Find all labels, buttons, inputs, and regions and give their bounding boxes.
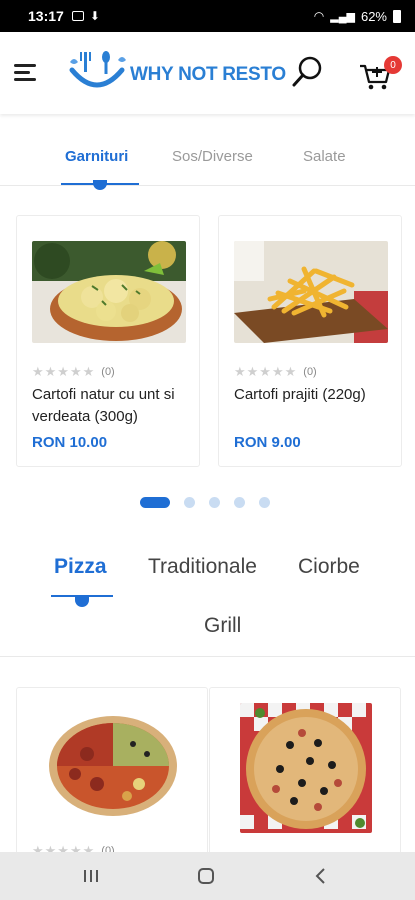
pizza-image: [49, 716, 177, 816]
rating-count: (0): [101, 366, 115, 378]
tab-ciorbe[interactable]: Ciorbe: [298, 555, 360, 579]
menu-icon: [14, 64, 36, 67]
cart-button[interactable]: 0: [358, 54, 402, 94]
back-icon: [315, 868, 325, 884]
battery-percent: 62%: [360, 8, 387, 24]
rating-stars: ★★★★★ (0): [32, 364, 115, 379]
recent-apps-icon: [84, 870, 98, 882]
product-title[interactable]: Cartofi prajiti (220g): [234, 384, 394, 428]
product-price: RON 9.00: [234, 434, 301, 451]
product-card[interactable]: ★★★★★ (0) Cartofi prajiti (220g) RON 9.00: [218, 215, 402, 467]
wifi-icon: ◠: [313, 9, 325, 23]
active-tab-indicator: [93, 180, 107, 190]
tab-traditionale[interactable]: Traditionale: [148, 555, 257, 579]
search-button[interactable]: [290, 54, 326, 90]
carousel-dot-1[interactable]: [140, 497, 170, 508]
system-navigation-bar: [0, 852, 415, 900]
tab-garnituri[interactable]: Garnituri: [65, 148, 128, 165]
product-title[interactable]: Cartofi natur cu unt si verdeata (300g): [32, 384, 192, 428]
tab-pizza[interactable]: Pizza: [54, 555, 107, 579]
home-button[interactable]: [191, 864, 221, 888]
carousel-dot-5[interactable]: [259, 497, 270, 508]
product-image: [47, 714, 179, 818]
product-price: RON 10.00: [32, 434, 108, 451]
cart-count-badge: 0: [384, 56, 402, 74]
recent-apps-button[interactable]: [76, 864, 106, 888]
battery-icon: [393, 9, 401, 23]
status-time: 13:17: [28, 8, 64, 24]
rating-stars: ★★★★★ (0): [234, 364, 317, 379]
boiled-potatoes-image: [32, 241, 186, 343]
product-image: [234, 241, 388, 343]
pizza-image: [240, 703, 372, 833]
logo[interactable]: WHY NOT RESTO: [66, 48, 286, 92]
notification-icons: ⬇: [71, 9, 100, 23]
home-icon: [198, 868, 214, 884]
carousel-dot-3[interactable]: [209, 497, 220, 508]
logo-icon: [69, 51, 126, 88]
product-image: [240, 703, 372, 833]
signal-icon: ▂▄▆: [330, 10, 355, 23]
status-bar: 13:17 ⬇ ◠ ▂▄▆ 62%: [0, 0, 415, 32]
carousel-pagination: [140, 497, 270, 508]
back-button[interactable]: [306, 864, 336, 888]
logo-text: WHY NOT RESTO: [130, 64, 286, 85]
category-tabs-bottom: Pizza Traditionale Ciorbe Grill: [0, 545, 415, 657]
carousel-dot-2[interactable]: [184, 497, 195, 508]
app-header: WHY NOT RESTO 0: [0, 32, 415, 114]
gallery-icon: [71, 11, 84, 21]
category-tabs-top: Garnituri Sos/Diverse Salate: [0, 140, 415, 186]
menu-icon-line: [14, 71, 30, 74]
product-image: [32, 241, 186, 343]
search-icon: [292, 56, 322, 87]
carousel-dot-4[interactable]: [234, 497, 245, 508]
menu-icon-line: [14, 78, 36, 81]
download-icon: ⬇: [89, 9, 100, 23]
rating-count: (0): [303, 366, 317, 378]
tab-sos-diverse[interactable]: Sos/Diverse: [172, 148, 253, 165]
tab-grill[interactable]: Grill: [204, 614, 241, 638]
product-card[interactable]: ★★★★★ (0) Cartofi natur cu unt si verdeat…: [16, 215, 200, 467]
french-fries-image: [234, 241, 388, 343]
menu-button[interactable]: [14, 62, 38, 82]
system-icons: ◠ ▂▄▆ 62%: [314, 9, 401, 24]
tab-salate[interactable]: Salate: [303, 148, 346, 165]
